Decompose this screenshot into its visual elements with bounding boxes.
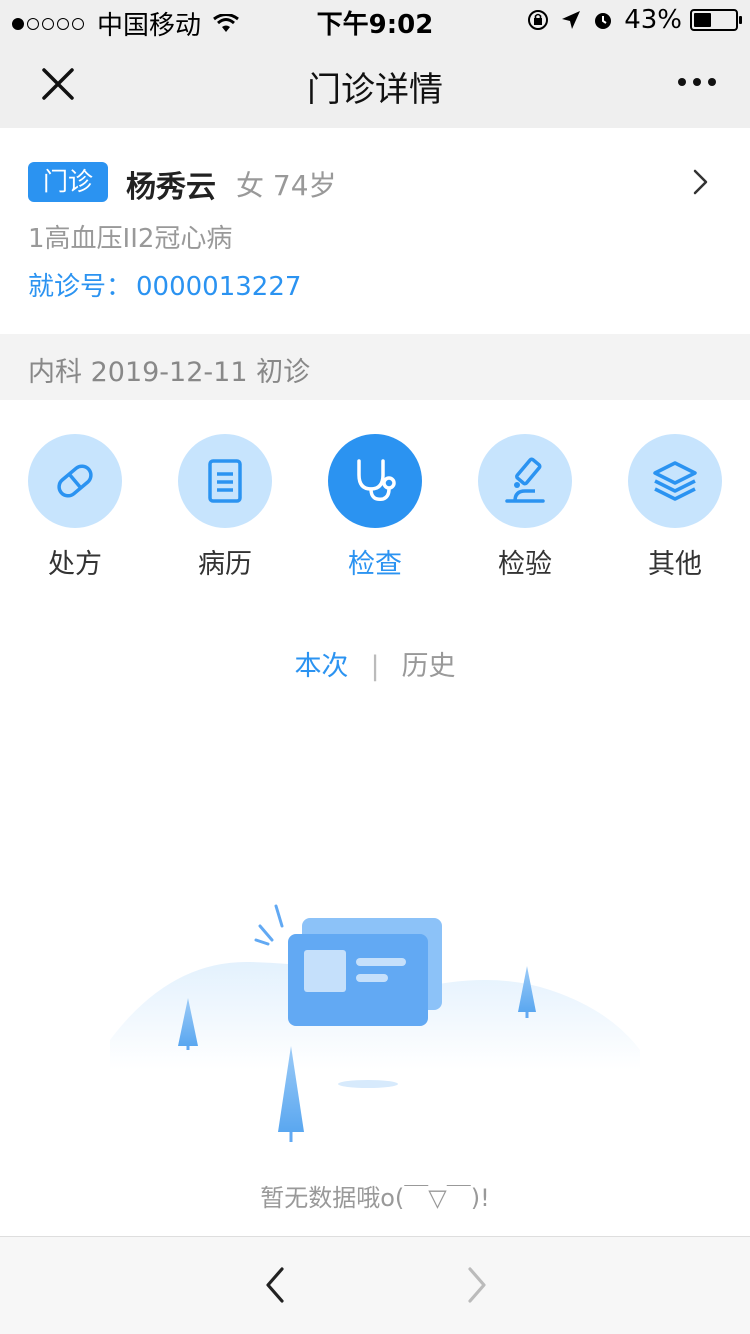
visit-number-row: 就诊号： 0000013227 — [28, 266, 301, 303]
more-icon[interactable] — [671, 78, 716, 86]
rotation-lock-icon — [528, 10, 549, 30]
page-title: 门诊详情 — [307, 70, 443, 110]
category-label: 其他 — [648, 549, 702, 580]
department-info: 内科 2019-12-11 初诊 — [28, 357, 311, 388]
patient-diagnosis: 1高血压II2冠心病 — [28, 224, 233, 254]
location-arrow-icon — [562, 11, 581, 29]
battery-percent: 43% — [624, 5, 682, 35]
layers-icon — [628, 434, 722, 528]
document-icon — [178, 434, 272, 528]
empty-message: 暂无数据哦o(￣▽￣)! — [260, 1184, 490, 1212]
battery-icon — [690, 9, 742, 31]
status-right: 43% — [516, 5, 742, 35]
category-row: 处方 病历 检查 检验 其他 — [0, 434, 750, 584]
category-label: 处方 — [48, 549, 102, 580]
category-prescription[interactable]: 处方 — [0, 434, 150, 581]
forward-arrow-icon[interactable] — [458, 1265, 494, 1305]
visit-number: 0000013227 — [136, 272, 302, 302]
category-examination[interactable]: 检查 — [300, 434, 450, 581]
category-label: 检查 — [348, 549, 402, 580]
pill-icon — [28, 434, 122, 528]
record-tabs: 本次 | 历史 — [0, 644, 750, 684]
category-label: 病历 — [198, 549, 252, 580]
category-label: 检验 — [498, 549, 552, 580]
bottom-toolbar — [0, 1236, 750, 1334]
visit-type-badge: 门诊 — [28, 162, 108, 202]
category-medical-record[interactable]: 病历 — [150, 434, 300, 581]
tab-current[interactable]: 本次 — [294, 644, 348, 683]
category-other[interactable]: 其他 — [600, 434, 750, 581]
patient-name: 杨秀云 — [126, 170, 216, 205]
visit-number-label: 就诊号： — [28, 272, 133, 302]
back-arrow-icon[interactable] — [258, 1265, 294, 1305]
empty-state-illustration — [110, 904, 640, 1142]
chevron-right-icon[interactable] — [686, 168, 714, 196]
department-bar: 内科 2019-12-11 初诊 — [0, 334, 750, 400]
alarm-icon — [595, 13, 612, 29]
microscope-icon — [478, 434, 572, 528]
nav-bar: 门诊详情 — [0, 40, 750, 128]
stethoscope-icon — [328, 434, 422, 528]
tab-separator: | — [370, 651, 380, 682]
tab-history[interactable]: 历史 — [402, 644, 456, 683]
category-lab-test[interactable]: 检验 — [450, 434, 600, 581]
patient-meta: 女 74岁 — [236, 169, 337, 202]
patient-card[interactable]: 门诊 杨秀云 女 74岁 1高血压II2冠心病 就诊号： 0000013227 — [0, 128, 750, 334]
status-bar: 中国移动 下午9:02 43% — [0, 0, 750, 41]
